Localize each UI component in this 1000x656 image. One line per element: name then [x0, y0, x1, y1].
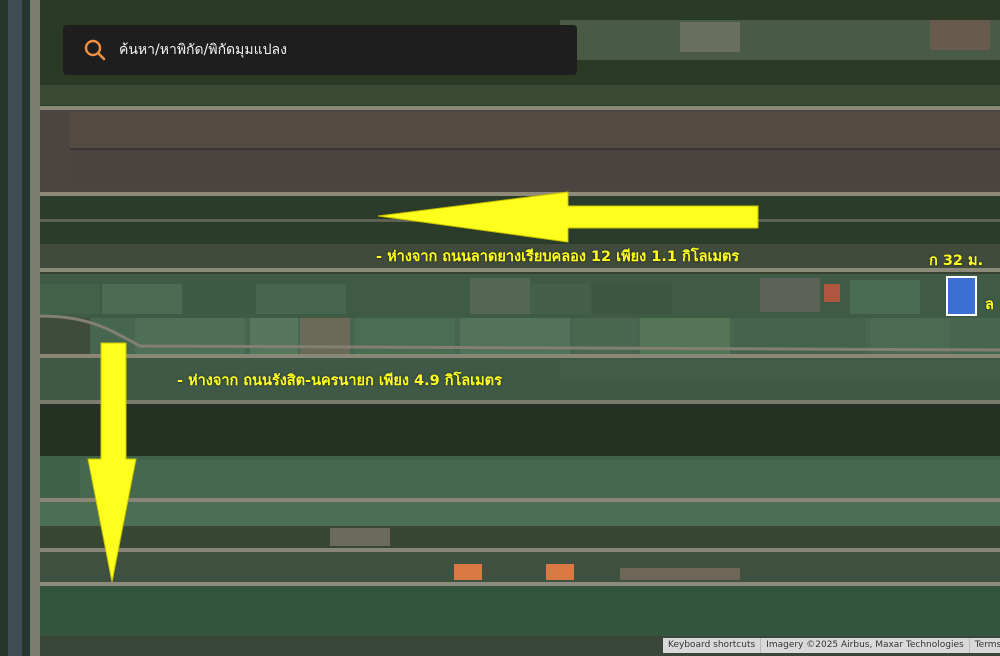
- canal-strip: [0, 0, 40, 656]
- depth-label: ล: [985, 297, 994, 313]
- distance-label-road-2: - ห่างจาก ถนนรังสิต-นครนายก เพียง 4.9 กิ…: [177, 373, 502, 389]
- distance-label-road-1: - ห่างจาก ถนนลาดยางเรียบคลอง 12 เพียง 1.…: [376, 249, 740, 265]
- field-green-wide: [40, 456, 1000, 500]
- keyboard-shortcuts-link[interactable]: Keyboard shortcuts: [663, 638, 762, 653]
- frontage-label: ก 32 ม.: [929, 253, 984, 269]
- land-parcel[interactable]: [946, 276, 977, 316]
- plots-row-1: [40, 274, 1000, 318]
- search-bar[interactable]: ค้นหา/หาพิกัด/พิกัดมุมแปลง: [63, 25, 577, 75]
- map-attribution: Keyboard shortcuts Imagery ©2025 Airbus,…: [663, 638, 1000, 653]
- terms-link[interactable]: Terms: [970, 638, 1000, 653]
- search-icon[interactable]: [83, 38, 107, 62]
- search-input[interactable]: ค้นหา/หาพิกัด/พิกัดมุมแปลง: [119, 40, 287, 60]
- field-brown-upper: [40, 110, 1000, 192]
- satellite-map[interactable]: [0, 0, 1000, 656]
- imagery-credit: Imagery ©2025 Airbus, Maxar Technologies: [761, 638, 970, 653]
